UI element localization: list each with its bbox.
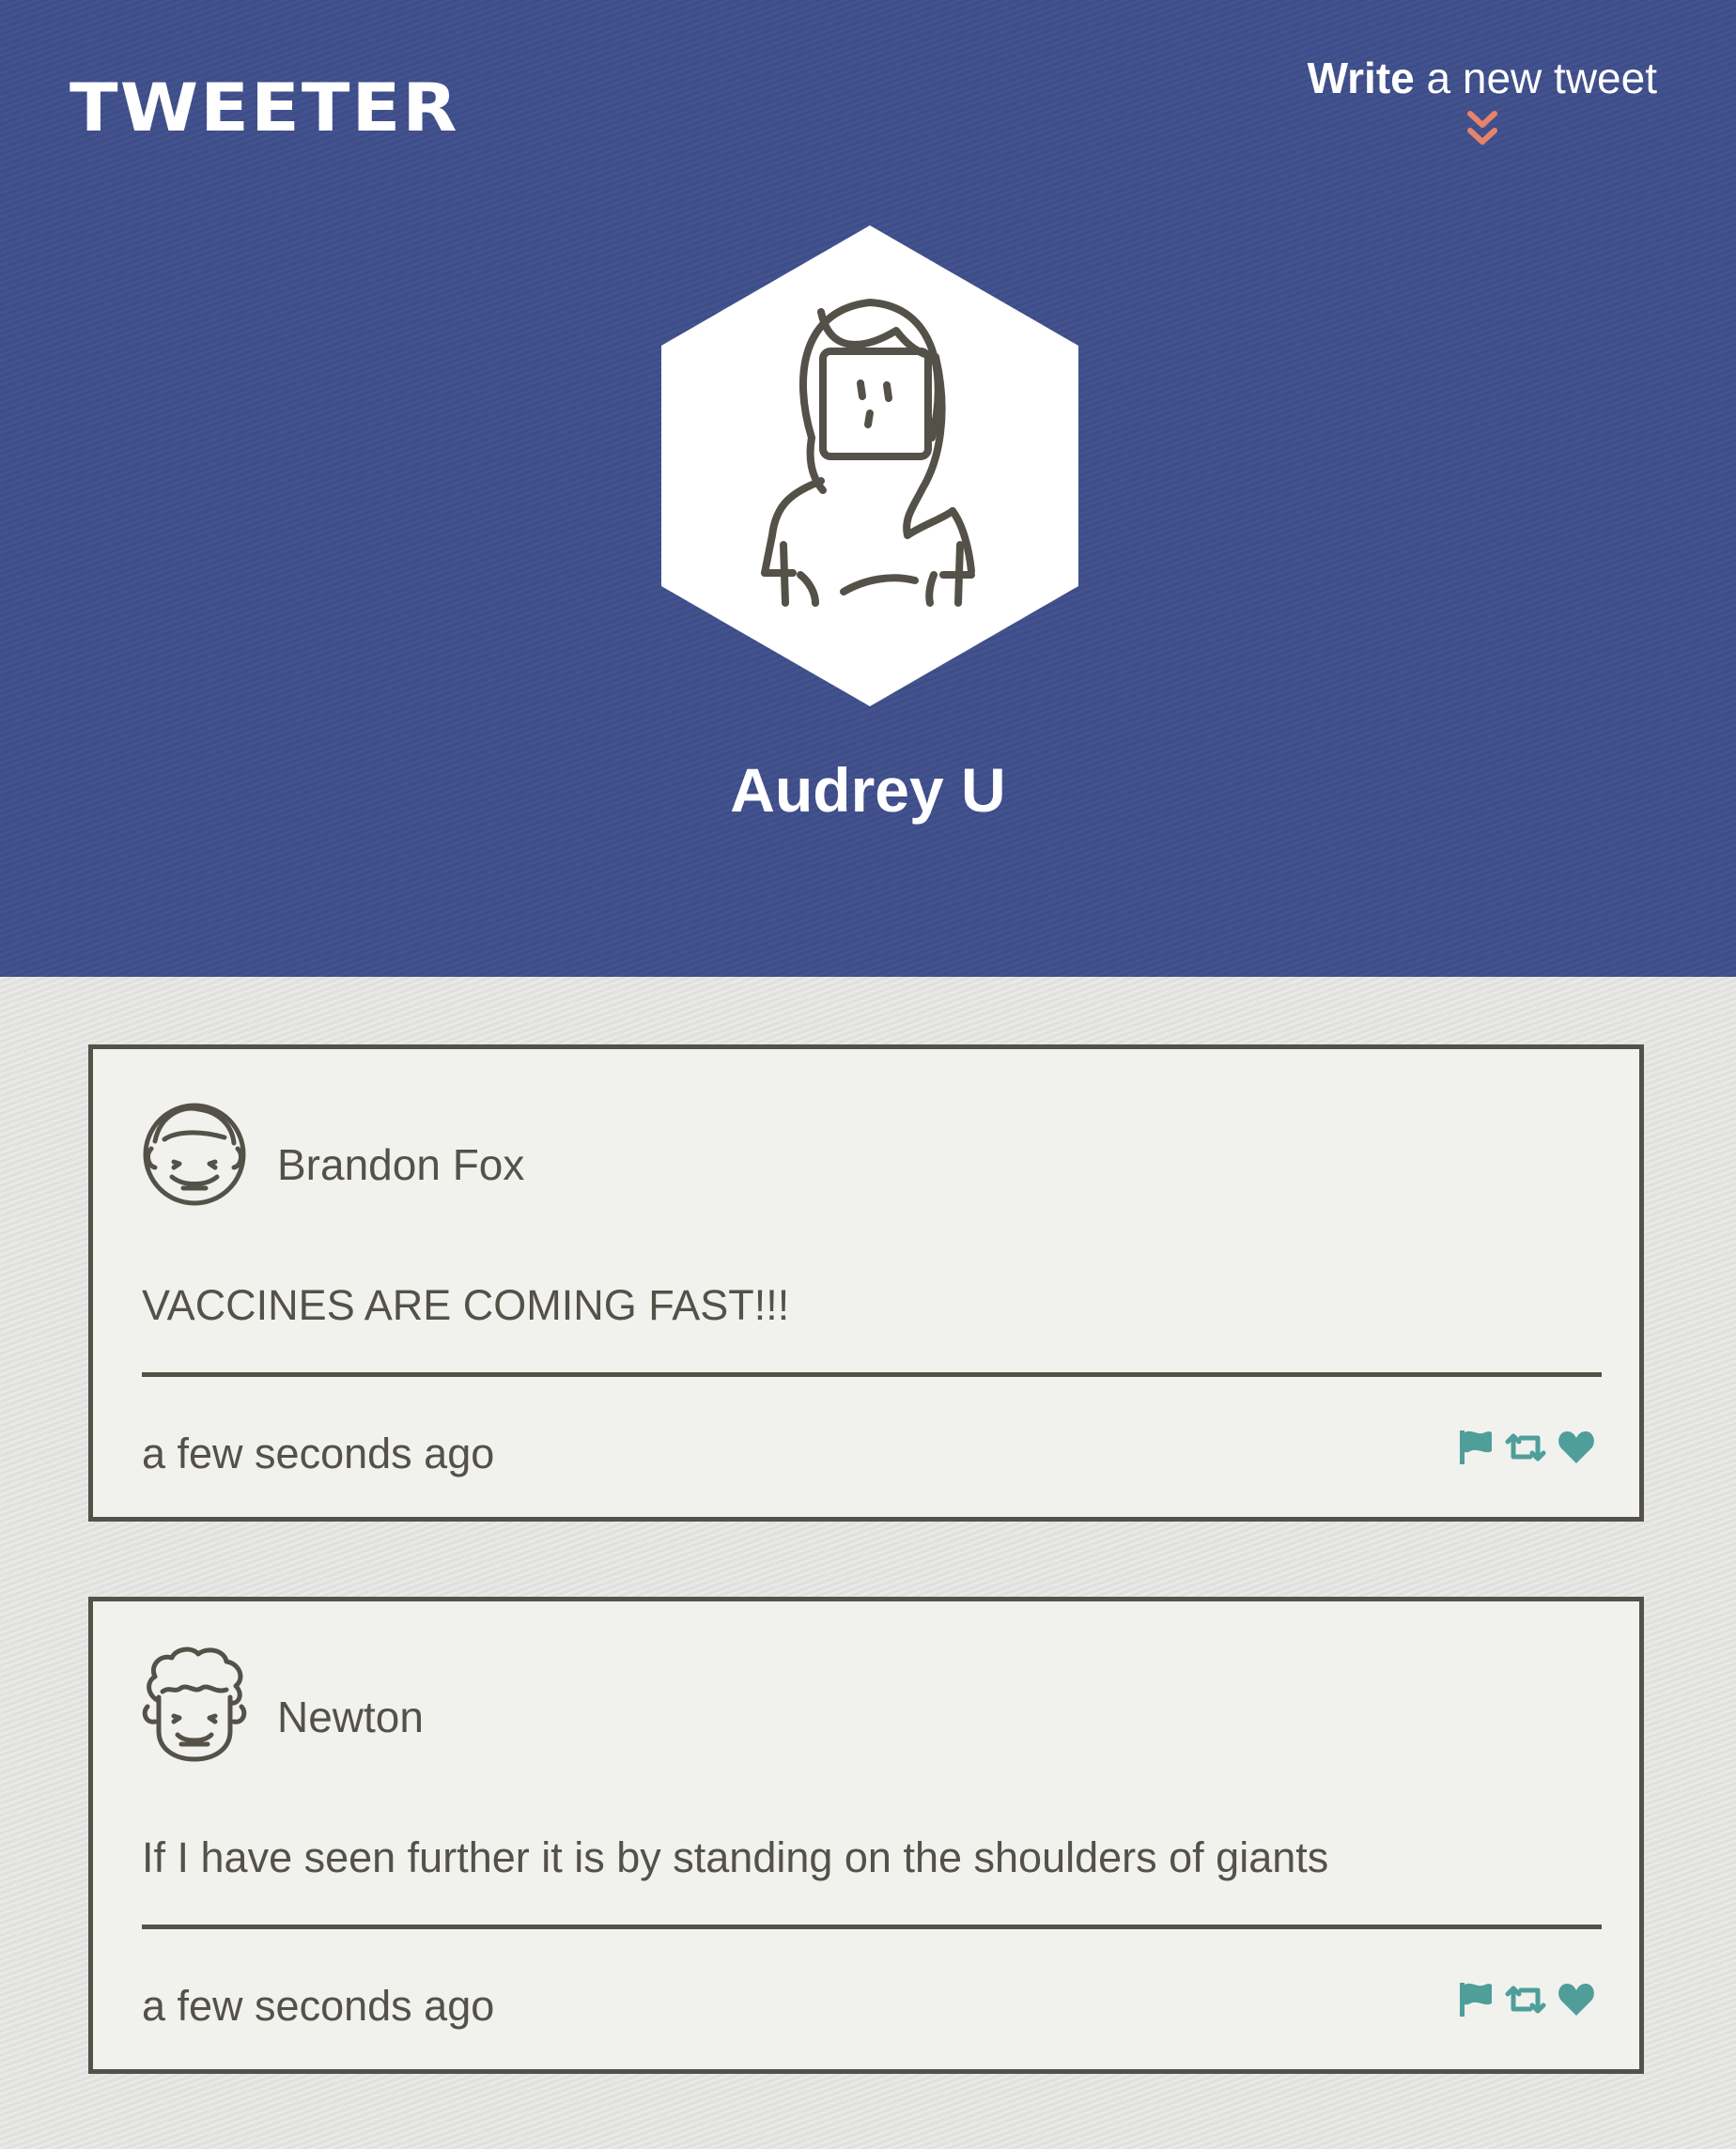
smiling-face-avatar-icon <box>143 1103 246 1206</box>
tweet-author-name: Brandon Fox <box>277 1140 525 1189</box>
tweet-card: Brandon Fox VACCINES ARE COMING FAST!!! … <box>88 1044 1644 1522</box>
tweet-actions <box>1457 1429 1596 1466</box>
tweet-content: VACCINES ARE COMING FAST!!! <box>142 1281 790 1329</box>
double-chevron-down-icon[interactable] <box>1465 108 1499 149</box>
tweet-author-name: Newton <box>277 1693 424 1741</box>
profile-header: TWEETER Write a new tweet Audrey U <box>0 0 1736 977</box>
compose-toggle[interactable]: Write a new tweet <box>1308 53 1657 149</box>
curly-hair-avatar-icon <box>142 1647 247 1762</box>
tweet-timestamp: a few seconds ago <box>142 1430 495 1477</box>
retweet-icon[interactable] <box>1502 1429 1549 1466</box>
tweet-divider <box>142 1925 1602 1929</box>
profile-avatar <box>661 225 1078 706</box>
retweet-icon[interactable] <box>1502 1981 1549 2018</box>
flag-icon[interactable] <box>1457 1429 1495 1466</box>
flag-icon[interactable] <box>1457 1981 1495 2018</box>
tweet-divider <box>142 1372 1602 1377</box>
compose-label-rest: a new tweet <box>1414 54 1658 102</box>
tweet-content: If I have seen further it is by standing… <box>142 1833 1329 1881</box>
heart-icon[interactable] <box>1557 1981 1596 2018</box>
tweet-card: Newton If I have seen further it is by s… <box>88 1597 1644 2074</box>
app-logo[interactable]: TWEETER <box>70 75 459 141</box>
tweet-timestamp: a few seconds ago <box>142 1982 495 2030</box>
tweet-actions <box>1457 1981 1596 2018</box>
heart-icon[interactable] <box>1557 1429 1596 1466</box>
compose-label-bold: Write <box>1307 54 1415 102</box>
profile-name: Audrey U <box>730 755 1006 825</box>
